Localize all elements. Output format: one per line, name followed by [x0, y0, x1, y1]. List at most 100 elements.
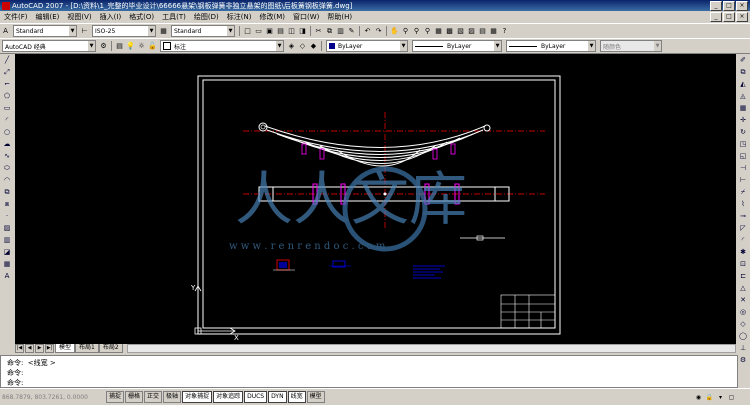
gradient-icon[interactable]: ▥ [2, 235, 12, 246]
save-icon[interactable]: ▣ [265, 27, 274, 36]
region-icon[interactable]: ◪ [2, 247, 12, 258]
sheet-set-icon[interactable]: ▨ [467, 27, 476, 36]
lock-toolbar-icon[interactable]: 🔒 [705, 393, 714, 402]
arc-icon[interactable]: ◜ [2, 115, 12, 126]
zoom-realtime-icon[interactable]: ⚲ [401, 27, 410, 36]
stretch-icon[interactable]: ◱ [738, 151, 748, 162]
publish-icon[interactable]: ◨ [298, 27, 307, 36]
polygon-icon[interactable]: ⬠ [2, 91, 12, 102]
trim-icon[interactable]: ⊣ [738, 163, 748, 174]
command-prompt[interactable]: 命令: [7, 378, 23, 388]
command-window[interactable]: 命令: <线宽 > 命令: 命令: [0, 355, 738, 388]
tab-model[interactable]: 模型 [55, 344, 76, 353]
chamfer-icon[interactable]: ◸ [738, 223, 748, 234]
erase-icon[interactable]: ✐ [738, 55, 748, 66]
snap-midpoint-icon[interactable]: △ [738, 283, 748, 294]
color-select[interactable]: ByLayer ▼ [326, 40, 408, 52]
spline-icon[interactable]: ∿ [2, 151, 12, 162]
zoom-window-icon[interactable]: ⚲ [412, 27, 421, 36]
rotate-icon[interactable]: ↻ [738, 127, 748, 138]
layer-manager-icon[interactable]: ▤ [115, 42, 124, 51]
workspace-select[interactable]: AutoCAD 经典 ▼ [2, 40, 96, 52]
tab-layout2[interactable]: 布局2 [98, 344, 123, 353]
status-menu-icon[interactable]: ▾ [716, 393, 725, 402]
dyn-toggle[interactable]: DYN [268, 391, 287, 403]
last-tab-icon[interactable]: ▶| [45, 344, 54, 353]
fillet-icon[interactable]: ◜ [738, 235, 748, 246]
first-tab-icon[interactable]: |◀ [15, 344, 24, 353]
ducs-toggle[interactable]: DUCS [244, 391, 268, 403]
polyline-icon[interactable]: ⌐ [2, 79, 12, 90]
object-snap-icon[interactable]: ⊡ [738, 259, 748, 270]
markup-icon[interactable]: ▤ [478, 27, 487, 36]
osnap-toggle[interactable]: 对象捕捉 [182, 391, 213, 403]
copy-icon[interactable]: ⧉ [325, 27, 334, 36]
prev-tab-icon[interactable]: ◀ [25, 344, 34, 353]
snap-tangent-icon[interactable]: ◯ [738, 331, 748, 342]
make-current-layer-icon[interactable]: ◈ [287, 42, 296, 51]
ellipse-arc-icon[interactable]: ◠ [2, 175, 12, 186]
join-icon[interactable]: ⊸ [738, 211, 748, 222]
rectangle-icon[interactable]: ▭ [2, 103, 12, 114]
menu-modify[interactable]: 修改(M) [255, 12, 289, 22]
tool-palettes-icon[interactable]: ▧ [456, 27, 465, 36]
offset-icon[interactable]: ◬ [738, 91, 748, 102]
revision-cloud-icon[interactable]: ☁ [2, 139, 12, 150]
mirror-icon[interactable]: ◭ [738, 79, 748, 90]
menu-draw[interactable]: 绘图(D) [190, 12, 223, 22]
layer-previous-icon[interactable]: ◇ [298, 42, 307, 51]
layer-state-icon[interactable]: ◆ [309, 42, 318, 51]
pan-icon[interactable]: ✋ [390, 27, 399, 36]
snap-intersection-icon[interactable]: ✕ [738, 295, 748, 306]
break-at-point-icon[interactable]: ⌿ [738, 187, 748, 198]
circle-icon[interactable]: ○ [2, 127, 12, 138]
doc-close-button[interactable]: × [736, 12, 748, 22]
menu-file[interactable]: 文件(F) [0, 12, 32, 22]
help-icon[interactable]: ? [500, 27, 509, 36]
break-icon[interactable]: ⌇ [738, 199, 748, 210]
grid-toggle[interactable]: 栅格 [125, 391, 144, 403]
ellipse-icon[interactable]: ⬭ [2, 163, 12, 174]
model-toggle[interactable]: 模型 [306, 391, 325, 403]
menu-tools[interactable]: 工具(T) [158, 12, 190, 22]
make-block-icon[interactable]: ⧈ [2, 199, 12, 210]
insert-block-icon[interactable]: ⧉ [2, 187, 12, 198]
copy-object-icon[interactable]: ⧉ [738, 67, 748, 78]
quickcalc-icon[interactable]: ▦ [489, 27, 498, 36]
undo-icon[interactable]: ↶ [363, 27, 372, 36]
scale-icon[interactable]: ◳ [738, 139, 748, 150]
otrack-toggle[interactable]: 对象追踪 [213, 391, 244, 403]
match-properties-icon[interactable]: ✎ [347, 27, 356, 36]
minimize-button[interactable]: _ [710, 0, 722, 11]
doc-restore-button[interactable]: □ [723, 12, 735, 22]
menu-dimension[interactable]: 标注(N) [223, 12, 256, 22]
hatch-icon[interactable]: ▨ [2, 223, 12, 234]
multiline-text-icon[interactable]: A [2, 271, 12, 282]
tab-layout1[interactable]: 布局1 [75, 344, 99, 353]
snap-quadrant-icon[interactable]: ◇ [738, 319, 748, 330]
close-button[interactable]: × [736, 0, 748, 11]
design-center-icon[interactable]: ▩ [445, 27, 454, 36]
snap-endpoint-icon[interactable]: ⊏ [738, 271, 748, 282]
lineweight-toggle[interactable]: 线宽 [287, 391, 306, 403]
construction-line-icon[interactable]: ⤢ [2, 67, 12, 78]
menu-help[interactable]: 帮助(H) [323, 12, 356, 22]
doc-minimize-button[interactable]: _ [710, 12, 722, 22]
menu-format[interactable]: 格式(O) [125, 12, 158, 22]
ortho-toggle[interactable]: 正交 [144, 391, 163, 403]
table-style-select[interactable]: Standard ▼ [171, 25, 235, 37]
menu-edit[interactable]: 编辑(E) [32, 12, 64, 22]
autocad-app-icon[interactable] [2, 1, 10, 10]
maximize-button[interactable]: □ [723, 0, 735, 11]
explode-icon[interactable]: ✱ [738, 247, 748, 258]
zoom-previous-icon[interactable]: ⚲ [423, 27, 432, 36]
point-icon[interactable]: · [2, 211, 12, 222]
layer-select[interactable]: 标注 ▼ [160, 40, 284, 52]
plotstyle-select[interactable]: 随颜色 ▼ [600, 40, 662, 52]
snap-center-icon[interactable]: ◎ [738, 307, 748, 318]
snap-settings-icon[interactable]: ⚙ [738, 355, 748, 366]
paste-icon[interactable]: ▥ [336, 27, 345, 36]
properties-icon[interactable]: ▦ [434, 27, 443, 36]
text-style-select[interactable]: Standard ▼ [13, 25, 77, 37]
next-tab-icon[interactable]: ▶ [35, 344, 44, 353]
